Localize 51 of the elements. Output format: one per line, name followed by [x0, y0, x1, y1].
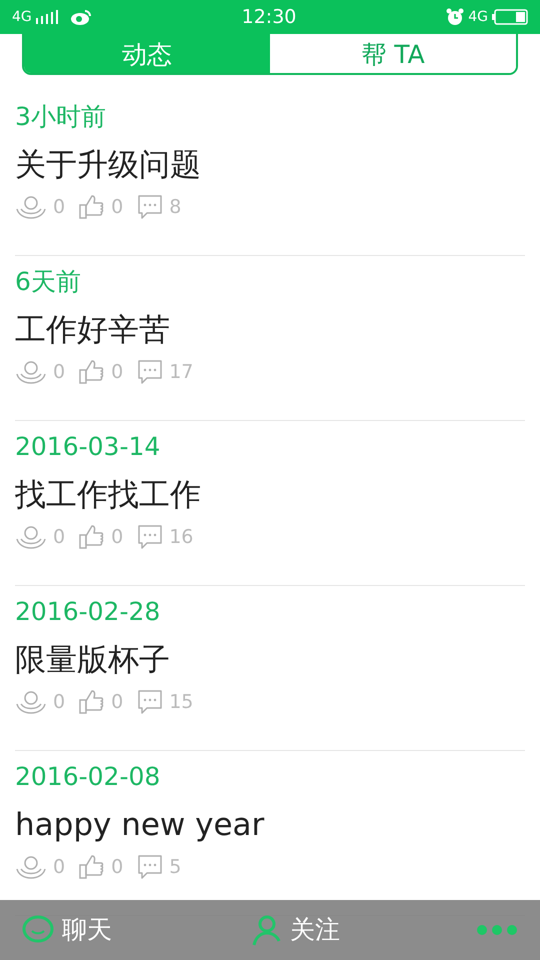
network-label: 4G	[12, 8, 32, 26]
comment-icon[interactable]	[137, 359, 164, 386]
post-title: 关于升级问题	[15, 146, 202, 185]
signal-icon	[36, 10, 58, 24]
thumbs-up-icon[interactable]	[79, 194, 106, 220]
more-icon[interactable]	[476, 924, 518, 936]
post-time: 3小时前	[15, 101, 107, 133]
comment-icon[interactable]	[137, 524, 164, 550]
help-count: 0	[53, 360, 66, 385]
like-count: 0	[111, 855, 124, 880]
comment-icon[interactable]	[137, 854, 164, 880]
help-icon	[15, 360, 47, 384]
help-count: 0	[53, 525, 66, 550]
comment-count: 15	[169, 690, 194, 715]
post-title: happy new year	[15, 806, 266, 845]
help-icon	[15, 195, 47, 220]
post-time: 2016-03-14	[15, 431, 162, 463]
help-icon	[15, 690, 47, 714]
comment-icon[interactable]	[137, 689, 164, 716]
post-time: 6天前	[15, 266, 82, 298]
thumbs-up-icon[interactable]	[79, 689, 106, 716]
comment-count: 17	[169, 360, 194, 385]
chat-bubble-icon	[22, 915, 54, 945]
help-icon	[15, 855, 47, 880]
like-count: 0	[111, 690, 124, 715]
thumbs-up-icon[interactable]	[79, 524, 106, 550]
data-label: 4G	[468, 8, 488, 26]
help-icon	[15, 525, 47, 550]
post-title: 找工作找工作	[15, 476, 202, 515]
chat-tab[interactable]: 聊天	[22, 911, 112, 949]
like-count: 0	[111, 195, 124, 220]
like-count: 0	[111, 360, 124, 385]
follow-tab[interactable]: 关注	[252, 911, 340, 949]
person-icon	[252, 914, 282, 946]
help-count: 0	[53, 195, 66, 220]
help-count: 0	[53, 690, 66, 715]
thumbs-up-icon[interactable]	[79, 854, 106, 880]
post-title: 工作好辛苦	[15, 311, 171, 350]
post-time: 2016-02-28	[15, 596, 162, 628]
clock-time: 12:30	[242, 6, 296, 28]
post-title: 限量版杯子	[15, 641, 171, 680]
alarm-icon	[446, 8, 464, 26]
comment-count: 8	[169, 195, 182, 220]
comment-icon[interactable]	[137, 194, 164, 220]
like-count: 0	[111, 525, 124, 550]
thumbs-up-icon[interactable]	[79, 359, 106, 386]
post-time: 2016-02-08	[15, 761, 162, 793]
help-count: 0	[53, 855, 66, 880]
comment-count: 16	[169, 525, 194, 550]
comment-count: 5	[169, 855, 182, 880]
battery-icon	[492, 9, 528, 25]
